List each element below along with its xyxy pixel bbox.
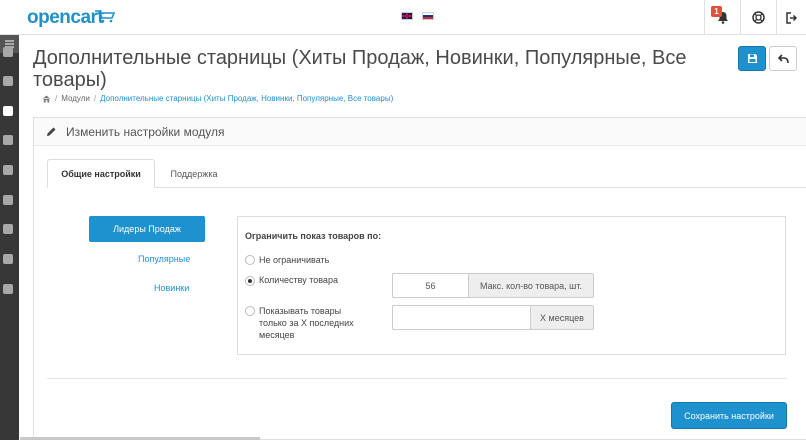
top-header: opencart 1 <box>0 0 806 35</box>
page-title: Дополнительные старницы (Хиты Продаж, Но… <box>33 47 687 91</box>
radio-by-quantity-label[interactable]: Количеству товара <box>259 274 338 286</box>
pill-popular[interactable]: Популярные <box>138 254 190 264</box>
back-button[interactable] <box>769 46 797 71</box>
reply-icon <box>777 53 789 63</box>
customers-icon[interactable] <box>3 195 13 205</box>
logout-button[interactable] <box>776 0 806 35</box>
lifebuoy-icon <box>752 11 765 24</box>
cart-icon <box>95 10 116 23</box>
tab-support[interactable]: Поддержка <box>163 159 225 188</box>
marketing-icon[interactable] <box>3 224 13 234</box>
reports-icon[interactable] <box>3 284 13 294</box>
pill-new[interactable]: Новинки <box>154 283 189 293</box>
dashboard-icon[interactable] <box>3 47 13 57</box>
breadcrumb-separator: / <box>55 94 58 103</box>
breadcrumb-modules[interactable]: Модули <box>61 94 90 103</box>
settings-tabs: Общие настройки Поддержка <box>47 159 806 188</box>
home-icon[interactable] <box>42 95 51 103</box>
tab-general-settings[interactable]: Общие настройки <box>47 159 155 188</box>
design-icon[interactable] <box>3 135 13 145</box>
logout-icon <box>785 11 797 24</box>
notifications-button[interactable]: 1 <box>704 0 740 35</box>
catalog-icon[interactable] <box>3 76 13 86</box>
breadcrumb-current[interactable]: Дополнительные старницы (Хиты Продаж, Но… <box>100 94 393 103</box>
max-quantity-input[interactable] <box>392 273 468 298</box>
radio-by-months[interactable] <box>245 306 255 316</box>
radio-no-limit[interactable] <box>245 255 255 265</box>
radio-by-quantity[interactable] <box>245 276 255 286</box>
flag-en-icon[interactable] <box>401 12 413 20</box>
save-settings-button[interactable]: Сохранить настройки <box>671 402 787 429</box>
extensions-icon[interactable] <box>3 106 13 116</box>
max-quantity-addon: Макс. кол-во товара, шт. <box>468 273 594 298</box>
system-icon[interactable] <box>3 254 13 264</box>
sidebar <box>0 35 19 440</box>
notification-badge: 1 <box>711 6 722 17</box>
limit-heading: Ограничить показ товаров по: <box>245 231 382 241</box>
sales-icon[interactable] <box>3 165 13 175</box>
help-button[interactable] <box>740 0 776 35</box>
pill-bestsellers[interactable]: Лидеры Продаж <box>89 216 205 242</box>
panel-heading: Изменить настройки модуля <box>34 118 806 146</box>
pencil-icon <box>47 127 56 136</box>
divider <box>47 378 787 379</box>
radio-by-months-label[interactable]: Показывать товары только за X последних … <box>259 305 369 341</box>
flag-ru-icon[interactable] <box>422 12 434 20</box>
limit-settings-box: Ограничить показ товаров по: Не ограничи… <box>237 216 786 355</box>
months-input[interactable] <box>392 305 530 330</box>
breadcrumb: / Модули / Дополнительные старницы (Хиты… <box>42 94 393 103</box>
floppy-icon <box>747 54 757 63</box>
opencart-logo[interactable]: opencart <box>27 7 104 29</box>
save-button[interactable] <box>738 46 766 71</box>
months-addon: X месяцев <box>530 305 594 330</box>
module-settings-panel: Изменить настройки модуля Общие настройк… <box>33 117 806 440</box>
radio-no-limit-label[interactable]: Не ограничивать <box>259 254 329 266</box>
breadcrumb-separator: / <box>93 94 97 103</box>
panel-title: Изменить настройки модуля <box>66 125 225 139</box>
